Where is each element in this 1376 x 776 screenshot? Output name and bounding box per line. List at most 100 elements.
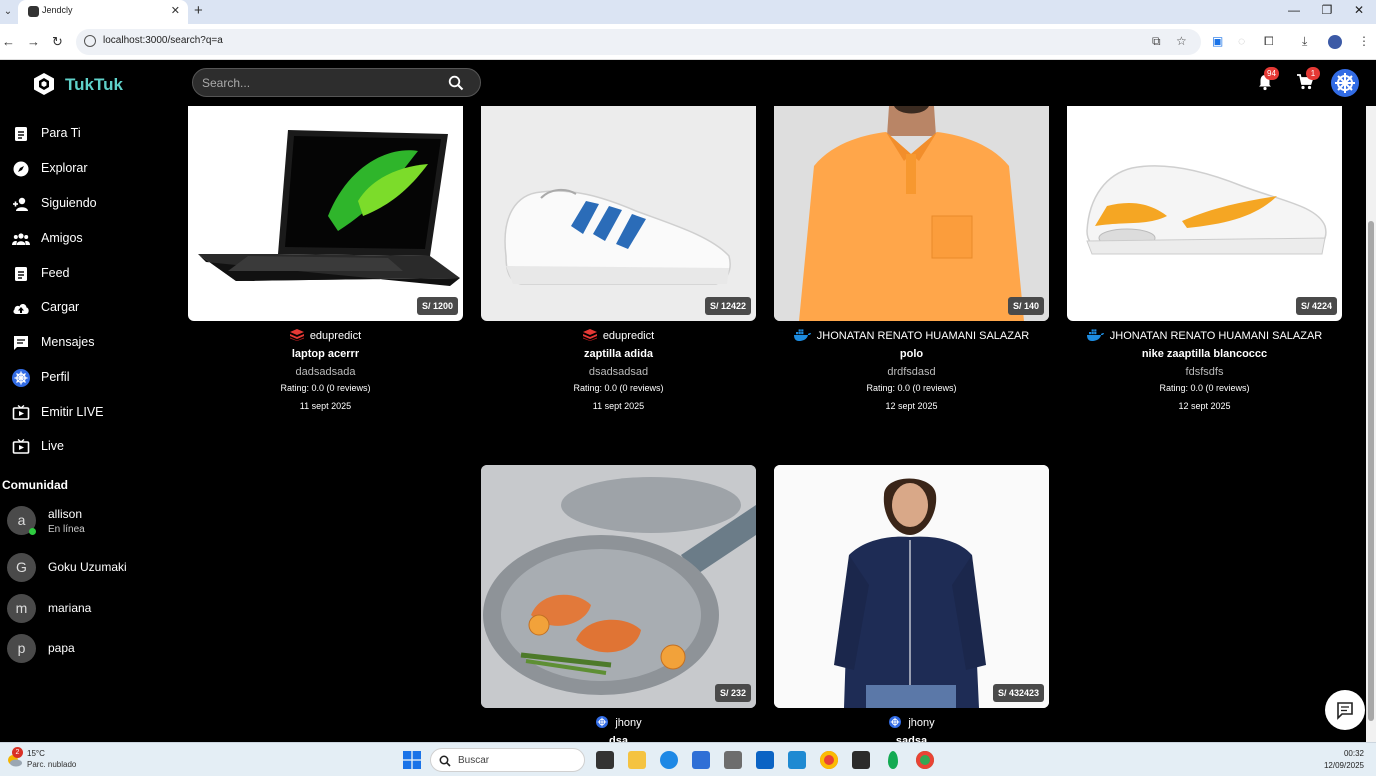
weather-description[interactable]: Parc. nublado (27, 760, 76, 769)
product-image[interactable]: S/ 232 (481, 465, 756, 708)
browser-tab[interactable]: Jendcly ✕ (18, 0, 188, 24)
logo-cube-icon[interactable] (32, 72, 56, 96)
edge-browser-icon[interactable] (660, 751, 678, 769)
product-date: 11 sept 2025 (592, 401, 645, 411)
task-view-icon[interactable] (596, 751, 614, 769)
install-app-icon[interactable]: ⧉ (1152, 34, 1161, 49)
page-scrollbar[interactable] (1366, 106, 1376, 742)
friend-item-goku[interactable]: G Goku Uzumaki (7, 553, 177, 585)
product-date: 12 sept 2025 (885, 401, 938, 411)
product-name[interactable]: dsa (481, 735, 756, 742)
friend-avatar: G (7, 553, 36, 582)
community-title: Comunidad (2, 478, 68, 492)
store-icon[interactable] (692, 751, 710, 769)
window-restore-button[interactable]: ❐ (1312, 3, 1342, 17)
product-image[interactable]: S/ 4224 (1067, 106, 1342, 321)
forward-arrow-icon[interactable]: → (27, 34, 40, 49)
chrome-icon[interactable] (820, 751, 838, 769)
product-card[interactable]: S/ 232 jhony dsa (481, 465, 756, 742)
product-name[interactable]: zaptilla adida (481, 348, 756, 360)
vscode-icon[interactable] (788, 751, 806, 769)
windows-start-icon[interactable] (403, 751, 421, 769)
app-icon[interactable] (724, 751, 742, 769)
site-info-icon[interactable] (84, 35, 96, 47)
product-description: drdfsdasd (887, 366, 936, 378)
tab-close-icon[interactable]: ✕ (171, 4, 180, 17)
download-icon[interactable]: ⤓ (1302, 34, 1307, 49)
friend-item-papa[interactable]: p papa (7, 634, 177, 666)
seller-info[interactable]: JHONATAN RENATO HUAMANI SALAZAR (1067, 329, 1342, 342)
window-minimize-button[interactable]: — (1279, 3, 1309, 17)
search-input[interactable] (202, 74, 442, 92)
sidebar-item-para-ti[interactable]: Para Ti (12, 122, 172, 146)
friend-item-mariana[interactable]: m mariana (7, 594, 177, 626)
clock-date[interactable]: 12/09/2025 (1324, 761, 1364, 770)
sidebar-item-explorar[interactable]: Explorar (12, 157, 172, 181)
terminal-icon[interactable] (852, 751, 870, 769)
product-card[interactable]: S/ 1200 edupredict laptop acerrr dadsads… (188, 106, 463, 416)
sidebar-item-mensajes[interactable]: Mensajes (12, 331, 172, 355)
sidebar-item-label: Live (41, 439, 64, 453)
browser-menu-icon[interactable]: ⋮ (1358, 34, 1370, 48)
product-name[interactable]: laptop acerrr (188, 348, 463, 360)
mongodb-icon[interactable] (888, 751, 898, 769)
product-name[interactable]: polo (774, 348, 1049, 360)
browser-tabbar: ⌄ Jendcly ✕ + — ❐ ✕ (0, 0, 1376, 24)
extensions-puzzle-icon[interactable]: ⧠ (1264, 34, 1274, 49)
friend-item-allison[interactable]: a allison En línea (7, 506, 177, 538)
chrome-profile-icon[interactable] (916, 751, 934, 769)
seller-name: edupredict (602, 330, 655, 342)
product-image[interactable]: S/ 140 (774, 106, 1049, 321)
user-avatar[interactable] (1331, 69, 1359, 97)
seller-info[interactable]: JHONATAN RENATO HUAMANI SALAZAR (774, 329, 1049, 342)
helm-logo-icon (889, 716, 902, 728)
new-tab-button[interactable]: + (194, 2, 203, 19)
sneaker-image (1086, 165, 1327, 255)
sidebar-item-siguiendo[interactable]: Siguiendo (12, 192, 172, 216)
seller-info[interactable]: jhony (774, 716, 1049, 729)
outlook-icon[interactable] (756, 751, 774, 769)
product-rating: Rating: 0.0 (0 reviews) (573, 383, 664, 393)
bookmark-star-icon[interactable]: ☆ (1176, 34, 1187, 48)
sidebar-item-live[interactable]: Live (12, 435, 172, 459)
address-bar[interactable]: localhost:3000/search?q=a ⧉ ☆ (76, 29, 1201, 55)
seller-info[interactable]: edupredict (188, 329, 463, 342)
extension-icon[interactable]: ▣ (1212, 34, 1223, 48)
seller-info[interactable]: edupredict (481, 329, 756, 342)
sidebar-item-emitir-live[interactable]: Emitir LIVE (12, 401, 172, 425)
sidebar-item-feed[interactable]: Feed (12, 262, 172, 286)
weather-temperature[interactable]: 15°C (27, 749, 45, 758)
product-name[interactable]: nike zaaptilla blancoccc (1067, 348, 1342, 360)
sidebar-item-label: Amigos (41, 231, 83, 245)
profile-avatar-icon[interactable] (1328, 35, 1342, 49)
product-name[interactable]: sadsa (774, 735, 1049, 742)
reload-icon[interactable]: ↻ (52, 34, 63, 50)
seller-info[interactable]: jhony (481, 716, 756, 729)
product-card[interactable]: S/ 140 JHONATAN RENATO HUAMANI SALAZAR p… (774, 106, 1049, 416)
taskbar-search[interactable]: Buscar (430, 748, 585, 772)
product-image[interactable]: S/ 1200 (188, 106, 463, 321)
brand-name[interactable]: TukTuk (65, 75, 123, 95)
sidebar-item-amigos[interactable]: Amigos (12, 227, 172, 251)
chat-button[interactable] (1325, 690, 1365, 730)
product-card[interactable]: S/ 4224 JHONATAN RENATO HUAMANI SALAZAR … (1067, 106, 1342, 416)
product-image[interactable]: S/ 432423 (774, 465, 1049, 708)
price-tag: S/ 432423 (992, 684, 1044, 702)
sidebar-item-cargar[interactable]: Cargar (12, 296, 172, 320)
product-card[interactable]: S/ 12422 edupredict zaptilla adida dsads… (481, 106, 756, 416)
product-card[interactable]: S/ 432423 jhony sadsa (774, 465, 1049, 742)
search-icon[interactable] (448, 75, 464, 91)
window-close-button[interactable]: ✕ (1344, 3, 1374, 17)
product-image[interactable]: S/ 12422 (481, 106, 756, 321)
group-icon (12, 233, 30, 245)
address-url[interactable]: localhost:3000/search?q=a (103, 35, 223, 46)
search-bar[interactable] (192, 68, 481, 97)
clock-time[interactable]: 00:32 (1344, 749, 1364, 758)
tab-search-menu-icon[interactable]: ⌄ (0, 3, 16, 21)
lens-icon[interactable]: ◌ (1238, 34, 1245, 48)
scrollbar-thumb[interactable] (1368, 221, 1374, 721)
sidebar-item-perfil[interactable]: Perfil (12, 366, 172, 390)
weather-alert-badge: 2 (12, 747, 23, 758)
back-arrow-icon[interactable]: ← (2, 34, 15, 49)
file-explorer-icon[interactable] (628, 751, 646, 769)
